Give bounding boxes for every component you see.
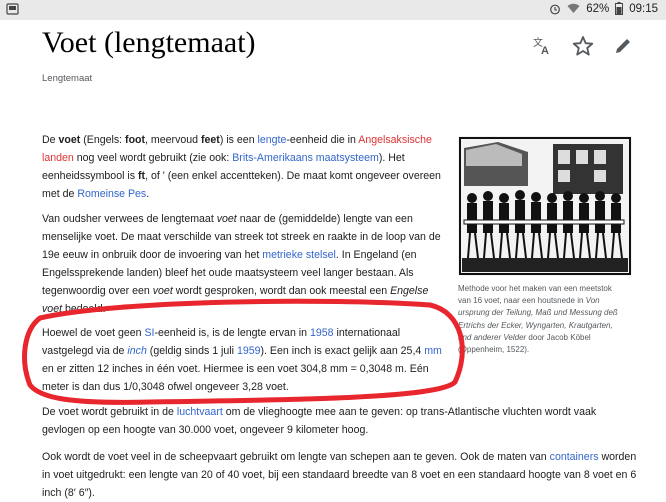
red-circle-annotation [22,298,465,405]
